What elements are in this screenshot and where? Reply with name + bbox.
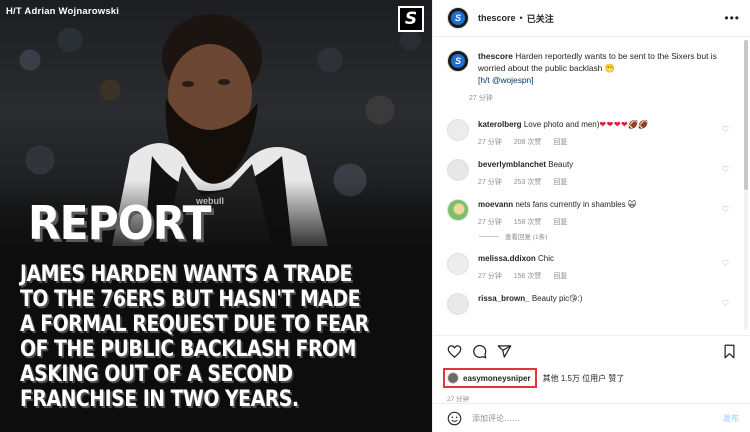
thescore-logo: S: [398, 6, 424, 32]
comment-avatar[interactable]: [447, 159, 469, 181]
save-bookmark-icon[interactable]: [722, 344, 737, 359]
comments-scrollbar[interactable]: [744, 40, 748, 330]
post-comment-button[interactable]: 发布: [723, 413, 739, 424]
comment-like-icon[interactable]: ♡: [722, 125, 729, 134]
caption-text: Harden reportedly wants to be sent to th…: [478, 51, 717, 73]
likes-summary: easymoneysniper 其他 1.5万 位用户 赞了: [443, 368, 737, 388]
comment-likes[interactable]: 208 次赞: [514, 137, 542, 147]
view-replies-label: 查看回复 (1条): [505, 234, 548, 241]
comment-username[interactable]: moevann: [478, 200, 513, 209]
post-actions: easymoneysniper 其他 1.5万 位用户 赞了 27 分钟: [433, 335, 750, 403]
list-item: melissa.ddixon Chic 27 分钟 156 次赞 回复 ♡: [433, 253, 750, 281]
comment-emoji-footballs: 🏈🏈: [628, 120, 649, 129]
comment-time: 27 分钟: [478, 139, 502, 146]
list-item: moevann nets fans currently in shambles …: [433, 199, 750, 227]
comment-username[interactable]: rissa_brown_: [478, 294, 530, 303]
comment-username[interactable]: katerolberg: [478, 120, 522, 129]
profile-avatar[interactable]: S: [447, 7, 469, 29]
reply-button[interactable]: 回复: [553, 271, 567, 281]
comment-icon[interactable]: [472, 344, 487, 359]
report-label: REPORT: [28, 196, 211, 250]
scrollbar-thumb[interactable]: [744, 40, 748, 190]
post-caption: S thescore Harden reportedly wants to be…: [433, 38, 750, 103]
comments-list[interactable]: S thescore Harden reportedly wants to be…: [433, 38, 750, 333]
caption-time: 27 分钟: [469, 95, 493, 102]
comment-username[interactable]: beverlymblanchet: [478, 160, 546, 169]
post-image[interactable]: webull H/T Adrian Wojnarowski S REPORT J…: [0, 0, 432, 432]
comment-time: 27 分钟: [478, 219, 502, 226]
liker-username[interactable]: easymoneysniper: [463, 374, 531, 383]
comment-text: Love photo and men): [523, 120, 600, 129]
reply-button[interactable]: 回复: [553, 217, 567, 227]
comment-like-icon[interactable]: ♡: [722, 299, 729, 308]
liker-avatar[interactable]: [447, 372, 459, 384]
post-header: S thescore • 已关注 •••: [433, 0, 750, 37]
comment-text: nets fans currently in shambles 🙀: [515, 200, 637, 209]
comment-likes[interactable]: 253 次赞: [514, 177, 542, 187]
like-heart-icon[interactable]: [447, 344, 462, 359]
replies-divider: [479, 235, 499, 237]
photo-credit: H/T Adrian Wojnarowski: [6, 6, 120, 17]
comment-username[interactable]: melissa.ddixon: [478, 254, 536, 263]
thescore-logo-letter: S: [404, 9, 418, 29]
emoji-smiley-icon[interactable]: [447, 411, 462, 426]
more-options-icon[interactable]: •••: [724, 11, 740, 25]
likes-count-text[interactable]: 其他 1.5万 位用户 赞了: [543, 373, 625, 384]
comment-text: Beauty pic😘:): [531, 294, 583, 303]
list-item: beverlymblanchet Beauty 27 分钟 253 次赞 回复 ♡: [433, 159, 750, 187]
view-replies-button[interactable]: 查看回复 (1条): [479, 231, 750, 241]
caption-avatar[interactable]: S: [447, 50, 469, 72]
caption-ht-link[interactable]: [h/t @wojespn]: [478, 75, 534, 85]
comment-avatar[interactable]: [447, 293, 469, 315]
list-item: katerolberg Love photo and men)❤❤❤❤🏈🏈 27…: [433, 119, 750, 147]
highlighted-liker-box: easymoneysniper: [443, 368, 537, 388]
reply-button[interactable]: 回复: [553, 177, 567, 187]
comment-time: 27 分钟: [478, 179, 502, 186]
comment-emoji-hearts: ❤❤❤❤: [599, 120, 629, 129]
post-sidebar: S thescore • 已关注 ••• S thescore Harden r…: [432, 0, 750, 432]
reply-button[interactable]: 回复: [553, 137, 567, 147]
add-comment-input[interactable]: [472, 413, 723, 423]
comment-like-icon[interactable]: ♡: [722, 165, 729, 174]
header-separator: •: [519, 13, 523, 23]
comment-avatar[interactable]: [447, 119, 469, 141]
post-time: 27 分钟: [447, 396, 470, 403]
caption-avatar-letter: S: [451, 54, 465, 68]
header-username[interactable]: thescore: [478, 13, 516, 23]
comment-time: 27 分钟: [478, 273, 502, 280]
comment-avatar[interactable]: [447, 253, 469, 275]
follow-status-button[interactable]: 已关注: [527, 12, 554, 25]
share-icon[interactable]: [497, 344, 512, 359]
comment-likes[interactable]: 156 次赞: [514, 271, 542, 281]
caption-username[interactable]: thescore: [478, 51, 513, 61]
thescore-avatar-letter: S: [451, 11, 465, 25]
comment-like-icon[interactable]: ♡: [722, 259, 729, 268]
comment-avatar[interactable]: [447, 199, 469, 221]
list-item: rissa_brown_ Beauty pic😘:) ♡: [433, 293, 750, 315]
comment-text: Chic: [538, 254, 555, 263]
add-comment-bar: 发布: [433, 403, 750, 432]
comment-like-icon[interactable]: ♡: [722, 205, 729, 214]
image-headline: JAMES HARDEN WANTS A TRADE TO THE 76ERS …: [20, 262, 369, 412]
comment-likes[interactable]: 158 次赞: [514, 217, 542, 227]
comment-text: Beauty: [548, 160, 574, 169]
